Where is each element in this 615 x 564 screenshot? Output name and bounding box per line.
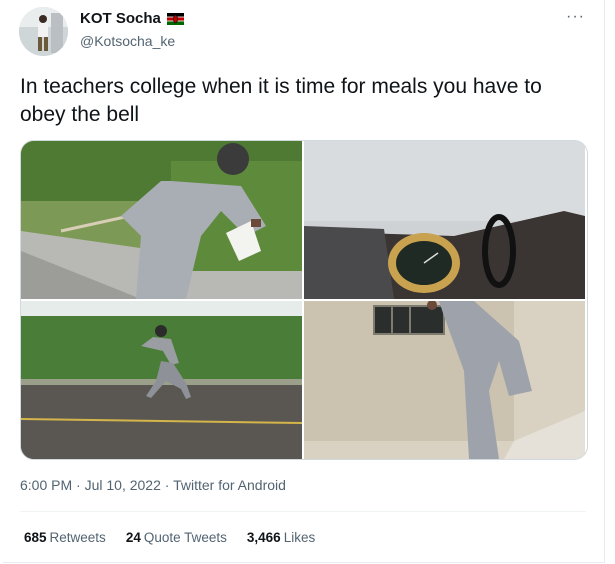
tweet-meta: 6:00 PM · Jul 10, 2022 · Twitter for And… <box>20 477 286 493</box>
retweets-stat[interactable]: 685 Retweets <box>24 530 106 545</box>
photo-1[interactable] <box>21 141 302 299</box>
tweet-stats: 685 Retweets 24 Quote Tweets 3,466 Likes <box>24 530 315 545</box>
tweet-time[interactable]: 6:00 PM <box>20 477 72 493</box>
kenya-flag-icon <box>166 12 184 25</box>
more-options-icon[interactable]: ··· <box>566 8 585 26</box>
likes-label: Likes <box>283 530 316 545</box>
photo-3[interactable] <box>21 301 302 459</box>
photo-2[interactable] <box>304 141 585 299</box>
meta-separator: · <box>160 477 174 493</box>
quote-tweets-count: 24 <box>125 530 141 545</box>
divider <box>20 511 586 512</box>
media-grid <box>20 140 588 460</box>
likes-count: 3,466 <box>246 530 281 545</box>
avatar[interactable] <box>19 7 68 56</box>
retweets-label: Retweets <box>49 530 106 545</box>
retweets-count: 685 <box>24 530 47 545</box>
likes-stat[interactable]: 3,466 Likes <box>247 530 315 545</box>
tweet-text: In teachers college when it is time for … <box>20 75 542 126</box>
author-handle[interactable]: @Kotsocha_ke <box>80 33 175 49</box>
photo-4[interactable] <box>304 301 585 459</box>
quote-tweets-stat[interactable]: 24 Quote Tweets <box>126 530 227 545</box>
tweet-date[interactable]: Jul 10, 2022 <box>85 477 161 493</box>
quote-tweets-label: Quote Tweets <box>143 530 227 545</box>
tweet-source[interactable]: Twitter for Android <box>173 477 286 493</box>
author-name-row[interactable]: KOT Socha <box>80 10 184 27</box>
meta-separator: · <box>72 477 85 493</box>
display-name[interactable]: KOT Socha <box>80 10 161 27</box>
